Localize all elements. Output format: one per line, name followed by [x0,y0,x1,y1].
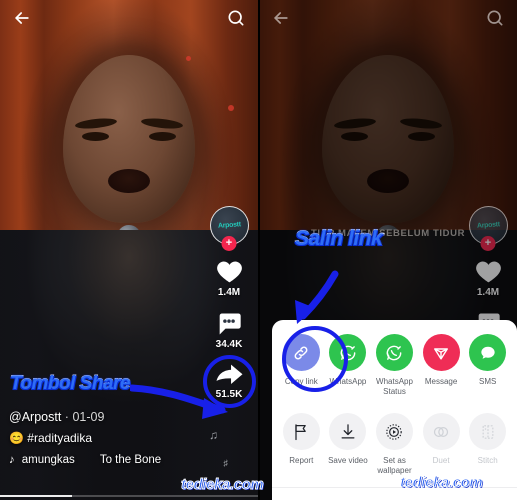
share-action-1[interactable]: Save video [325,413,372,476]
duet-circles-icon [422,413,460,450]
music-title: To the Bone [99,454,162,466]
share-target-label: WhatsApp Status [376,377,413,396]
mouth [108,169,150,194]
flag-icon [282,413,320,450]
username: @Arpostt [9,410,62,424]
like-count: 1.4M [476,287,500,298]
eye-right [149,132,176,142]
top-bar-right [259,0,517,36]
dashed-play-icon [375,413,413,450]
annotation-tombol-share: Tombol Share [10,373,131,395]
share-target-label: SMS [479,377,497,386]
like-count: 1.4M [217,287,241,298]
screenshot-root: Arpostt + 1.4M 34.4K 51.5K ♫ ♯ @Arpostt … [0,0,517,500]
post-date: 01-09 [72,410,105,424]
post-separator: · [64,410,69,424]
avatar[interactable]: Arpostt + [209,206,249,251]
avatar-label: Arpostt [217,221,241,230]
comment-count: 34.4K [215,339,243,350]
video-progress-bar[interactable] [0,495,258,497]
light-speck [228,105,234,111]
search-icon[interactable] [485,8,505,28]
share-target-2[interactable]: WhatsApp Status [371,334,418,397]
caption-row: 😊 #radityadika [9,431,214,445]
action-rail-right: Arpostt + 1.4M [465,206,511,338]
comment-icon [219,313,241,335]
share-action-3: Duet [418,413,465,476]
action-rail-left: Arpostt + 1.4M 34.4K 51.5K [203,206,256,408]
share-action-label: Duet [432,456,450,465]
whatsapp-status-icon [375,334,413,371]
copy-link-highlight-ring [282,326,348,392]
subject-head [63,55,195,223]
follow-button[interactable]: + [221,236,237,251]
share-actions-row: Report Save video Set as wallpaper Duet Stit… [272,397,517,476]
top-bar-left [0,0,258,36]
annotation-salin-link: Salin link [294,227,383,251]
send-plane-icon [422,334,460,371]
share-action-label: Save video [328,456,368,465]
share-action-4: Stitch [464,413,511,476]
download-icon [329,413,367,450]
share-target-label: Message [424,377,458,386]
back-arrow-icon[interactable] [271,8,291,28]
music-artist: amungkas [21,454,75,466]
comment-button[interactable]: 34.4K [215,310,243,350]
music-note-icon: ♪ [9,454,15,466]
heart-icon [216,261,242,283]
like-button[interactable]: 1.4M [215,257,244,298]
decor-note-icon: ♯ [223,458,229,468]
annotation-arrow-right [130,384,228,419]
share-sheet: Copy link WhatsApp WhatsApp Status Message S… [272,320,517,500]
caption-emoji: 😊 [9,431,24,445]
watermark-right: tedieka.com [400,474,484,492]
back-arrow-icon[interactable] [12,8,32,28]
hashtag[interactable]: #radityadika [27,431,92,445]
share-action-2[interactable]: Set as wallpaper [371,413,418,476]
share-action-label: Stitch [477,456,498,465]
follow-button[interactable]: + [480,236,496,251]
light-speck [186,56,191,61]
phone-panel-left: Arpostt + 1.4M 34.4K 51.5K ♫ ♯ @Arpostt … [0,0,258,500]
stitch-frame-icon [469,413,507,450]
eyebrow-left [74,116,118,130]
like-button[interactable]: 1.4M [474,257,503,298]
eyebrow-right [140,116,184,130]
speech-bubble-icon [469,334,507,371]
watermark-left: tedieka.com [181,476,265,494]
heart-icon [475,261,501,283]
music-ticker[interactable]: ♪ amungkas To the Bone [9,454,214,466]
avatar-label: Arpostt [476,221,500,230]
annotation-arrow-down-left [295,270,339,324]
avatar[interactable]: Arpostt + [468,206,508,251]
share-action-label: Set as wallpaper [377,456,412,475]
eye-left [82,132,109,142]
share-target-4[interactable]: SMS [464,334,511,397]
search-icon[interactable] [226,8,246,28]
panel-divider [258,0,260,500]
share-action-0[interactable]: Report [278,413,325,476]
microphone-icon [117,225,141,249]
share-target-3[interactable]: Message [418,334,465,397]
share-action-label: Report [289,456,314,465]
